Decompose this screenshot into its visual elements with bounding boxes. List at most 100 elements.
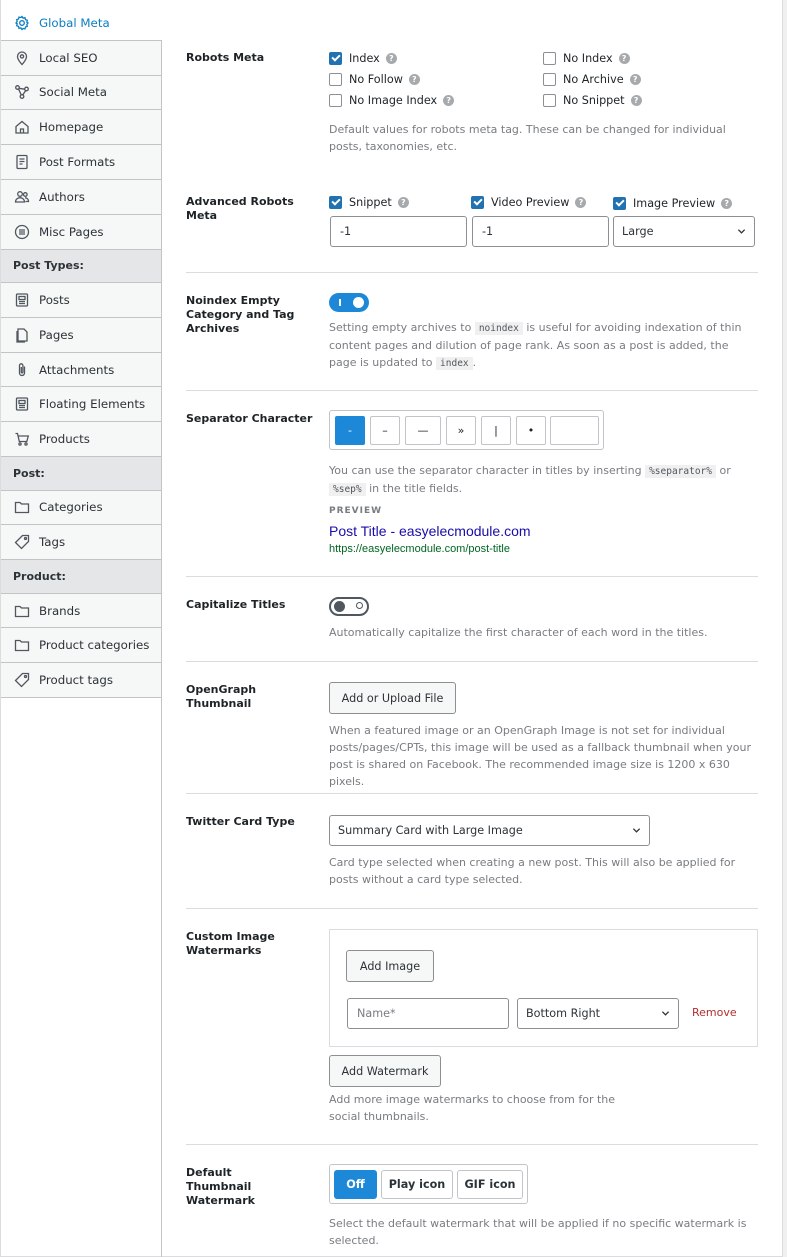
help-icon[interactable]: ? xyxy=(575,197,587,208)
checkbox-box[interactable] xyxy=(329,52,342,65)
separator-option-pipe[interactable]: | xyxy=(481,416,511,445)
image-preview-select[interactable]: Large xyxy=(613,216,755,247)
remove-watermark-link[interactable]: Remove xyxy=(692,1006,737,1019)
checkbox-label: Index xyxy=(349,52,380,65)
watermark-option-gif-icon[interactable]: GIF icon xyxy=(457,1170,523,1199)
sidebar-group-post-types: Post Types: xyxy=(1,249,162,284)
sidebar-item-misc-pages[interactable]: Misc Pages xyxy=(1,214,162,250)
home-icon xyxy=(13,118,31,136)
sidebar-item-posts[interactable]: Posts xyxy=(1,283,162,318)
checkbox-label: No Image Index xyxy=(349,94,438,107)
default-watermark-options: Off Play icon GIF icon xyxy=(329,1164,528,1204)
robots-index-checkbox[interactable]: Index? xyxy=(329,52,397,65)
video-preview-checkbox[interactable]: Video Preview? xyxy=(471,196,587,209)
sidebar-item-floating-elements[interactable]: Floating Elements xyxy=(1,387,162,423)
default-watermark-description: Select the default watermark that will b… xyxy=(329,1217,747,1247)
robots-nosnippet-checkbox[interactable]: No Snippet? xyxy=(543,94,642,107)
sidebar-item-label: Homepage xyxy=(39,120,104,135)
checkbox-box[interactable] xyxy=(329,94,342,107)
help-icon[interactable]: ? xyxy=(630,95,642,106)
paperclip-icon xyxy=(13,361,31,379)
sidebar-item-local-seo[interactable]: Local SEO xyxy=(1,40,162,76)
sidebar-item-product-tags[interactable]: Product tags xyxy=(1,663,162,699)
separator-label: Separator Character xyxy=(186,412,313,425)
help-icon[interactable]: ? xyxy=(443,95,455,106)
watermark-option-off[interactable]: Off xyxy=(334,1170,377,1199)
tag-icon xyxy=(13,671,31,689)
add-image-button[interactable]: Add Image xyxy=(346,950,434,982)
snippet-checkbox[interactable]: Snippet? xyxy=(329,196,409,209)
add-upload-file-button[interactable]: Add or Upload File xyxy=(329,682,456,714)
sidebar-item-attachments[interactable]: Attachments xyxy=(1,352,162,388)
help-icon[interactable]: ? xyxy=(385,53,397,64)
divider xyxy=(186,793,758,794)
checkbox-label: No Follow xyxy=(349,73,403,86)
sidebar-item-product-categories[interactable]: Product categories xyxy=(1,628,162,664)
sidebar-group-product: Product: xyxy=(1,560,162,594)
robots-noarchive-checkbox[interactable]: No Archive? xyxy=(543,73,641,86)
twitter-card-type-select[interactable]: Summary Card with Large Image xyxy=(329,815,650,846)
robots-noimageindex-checkbox[interactable]: No Image Index? xyxy=(329,94,455,107)
help-icon[interactable]: ? xyxy=(397,197,409,208)
sidebar-item-global-meta[interactable]: Global Meta xyxy=(1,6,162,41)
add-watermark-button[interactable]: Add Watermark xyxy=(329,1055,441,1087)
help-icon[interactable]: ? xyxy=(629,74,641,85)
checkbox-label: Image Preview xyxy=(633,197,716,210)
sidebar-item-post-formats[interactable]: Post Formats xyxy=(1,145,162,180)
noindex-description: Setting empty archives to noindex is use… xyxy=(329,319,759,372)
separator-option-hyphen[interactable]: - xyxy=(335,416,365,445)
checkbox-box[interactable] xyxy=(471,196,484,209)
separator-option-bullet[interactable]: • xyxy=(516,416,546,445)
desc-text: . xyxy=(472,356,477,369)
separator-option-en-dash[interactable]: – xyxy=(370,416,400,445)
image-preview-checkbox[interactable]: Image Preview? xyxy=(613,197,733,210)
capitalize-titles-toggle[interactable] xyxy=(329,597,369,616)
robots-nofollow-checkbox[interactable]: No Follow? xyxy=(329,73,420,86)
watermark-position-select[interactable]: Bottom Right xyxy=(517,998,679,1029)
desc-text: or xyxy=(719,464,731,477)
divider xyxy=(186,908,758,909)
robots-noindex-checkbox[interactable]: No Index? xyxy=(543,52,630,65)
checkbox-box[interactable] xyxy=(543,73,556,86)
checkbox-box[interactable] xyxy=(613,197,626,210)
post-icon xyxy=(13,395,31,413)
separator-custom-input[interactable] xyxy=(550,416,599,445)
sidebar-item-label: Floating Elements xyxy=(39,397,146,412)
watermarks-description: Add more image watermarks to choose from… xyxy=(329,1093,616,1123)
twitter-card-type-label: Twitter Card Type xyxy=(186,815,295,828)
separator-option-raquo[interactable]: » xyxy=(446,416,476,445)
help-icon[interactable]: ? xyxy=(408,74,420,85)
map-pin-icon xyxy=(13,49,31,67)
sidebar-item-pages[interactable]: Pages xyxy=(1,317,162,353)
video-preview-input[interactable]: -1 xyxy=(472,216,609,247)
preview-label: PREVIEW xyxy=(329,506,383,516)
sidebar-item-categories[interactable]: Categories xyxy=(1,490,162,526)
desc-text: in the title fields. xyxy=(369,482,463,495)
sidebar-item-label: Tags xyxy=(39,535,66,550)
help-icon[interactable]: ? xyxy=(721,198,733,209)
folder-icon xyxy=(13,498,31,516)
separator-option-em-dash[interactable]: — xyxy=(405,416,441,445)
checkbox-label: Video Preview xyxy=(491,196,570,209)
sidebar-item-label: Brands xyxy=(39,603,81,618)
code-sep: %sep% xyxy=(329,483,366,496)
sidebar-item-brands[interactable]: Brands xyxy=(1,593,162,629)
checkbox-box[interactable] xyxy=(329,73,342,86)
sidebar-item-label: Social Meta xyxy=(39,85,108,100)
chevron-down-icon xyxy=(737,229,746,234)
help-icon[interactable]: ? xyxy=(618,53,630,64)
snippet-length-input[interactable]: -1 xyxy=(330,216,467,247)
sidebar-item-social-meta[interactable]: Social Meta xyxy=(1,75,162,111)
sidebar-item-products[interactable]: Products xyxy=(1,422,162,458)
sidebar-item-authors[interactable]: Authors xyxy=(1,179,162,215)
noindex-empty-toggle[interactable] xyxy=(329,293,369,312)
checkbox-box[interactable] xyxy=(543,52,556,65)
tag-icon xyxy=(13,533,31,551)
sidebar-item-homepage[interactable]: Homepage xyxy=(1,110,162,146)
sidebar-item-tags[interactable]: Tags xyxy=(1,525,162,561)
watermark-name-input[interactable]: Name* xyxy=(347,998,509,1029)
checkbox-box[interactable] xyxy=(543,94,556,107)
checkbox-box[interactable] xyxy=(329,196,342,209)
folder-icon xyxy=(13,636,31,654)
watermark-option-play-icon[interactable]: Play icon xyxy=(381,1170,453,1199)
